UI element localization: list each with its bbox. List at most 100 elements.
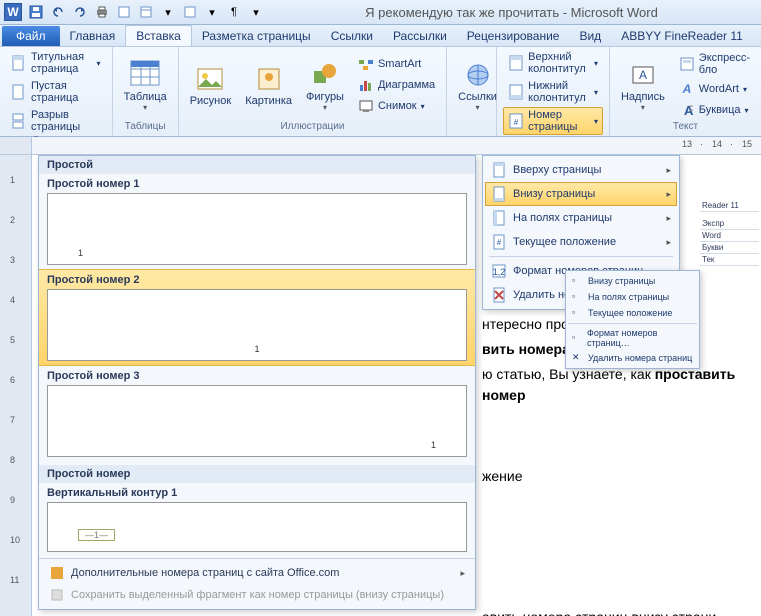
window-title: Я рекомендую так же прочитать - Microsof…: [266, 5, 757, 20]
gallery-heading: Простой номер: [39, 465, 475, 483]
dropcap-button[interactable]: AБуквица ▾: [674, 100, 755, 120]
quick-access-toolbar: ▾ ▾ ¶ ▾: [26, 3, 266, 21]
svg-text:A: A: [639, 68, 647, 82]
svg-text:A: A: [681, 82, 691, 96]
screenshot-icon: [358, 98, 374, 114]
menu-page-margins[interactable]: На полях страницы▸: [485, 206, 677, 230]
word-app-icon: W: [4, 3, 22, 21]
tab-mailings[interactable]: Рассылки: [383, 26, 457, 46]
wordart-button[interactable]: AWordArt ▾: [674, 79, 755, 99]
side-cut-panel: Reader 11 Экспр Word Букви Тек: [700, 200, 759, 266]
qat-customize-icon[interactable]: ▾: [246, 3, 266, 21]
qat-dropdown-icon[interactable]: ▾: [158, 3, 178, 21]
shapes-button[interactable]: Фигуры▾: [301, 56, 349, 115]
page-top-icon: [491, 162, 507, 178]
chart-button[interactable]: Диаграмма: [353, 75, 440, 95]
picture-icon: [194, 63, 226, 95]
title-page-button[interactable]: Титульная страница ▾: [6, 49, 106, 77]
tab-abbyy[interactable]: ABBYY FineReader 11: [611, 26, 753, 46]
table-button[interactable]: Таблица ▾: [119, 56, 172, 115]
page-margin-icon: [491, 210, 507, 226]
submenu-item[interactable]: ✕Удалить номера страниц: [568, 350, 697, 366]
undo-icon[interactable]: [48, 3, 68, 21]
page-break-button[interactable]: Разрыв страницы: [6, 107, 106, 135]
clipart-button[interactable]: Картинка: [240, 60, 297, 110]
submenu-item[interactable]: ▫Внизу страницы: [568, 273, 697, 289]
remove-icon: [491, 287, 507, 303]
menu-current-position[interactable]: #Текущее положение▸: [485, 230, 677, 254]
textbox-button[interactable]: AНадпись▾: [616, 56, 670, 115]
footer-button[interactable]: Нижний колонтитул ▾: [503, 78, 603, 106]
chart-icon: [358, 77, 374, 93]
remove-icon: ✕: [572, 352, 584, 364]
qat-icon[interactable]: [136, 3, 156, 21]
group-label: Таблицы: [119, 121, 172, 134]
tab-references[interactable]: Ссылки: [321, 26, 383, 46]
tab-review[interactable]: Рецензирование: [457, 26, 570, 46]
submenu-item[interactable]: ▫На полях страницы: [568, 289, 697, 305]
tab-home[interactable]: Главная: [60, 26, 126, 46]
header-button[interactable]: Верхний колонтитул ▾: [503, 49, 603, 77]
clipart-icon: [253, 63, 285, 95]
group-illustrations: Рисунок Картинка Фигуры▾ SmartArt Диагра…: [179, 47, 447, 136]
links-button[interactable]: Ссылки▾: [453, 56, 502, 115]
submenu-item[interactable]: ▫Формат номеров страниц…: [568, 326, 697, 350]
ribbon-tabs: Файл Главная Вставка Разметка страницы С…: [0, 25, 761, 47]
svg-text:1,2: 1,2: [493, 267, 506, 277]
shapes-icon: [309, 59, 341, 91]
group-label: Текст: [616, 121, 755, 134]
vertical-ruler: 123 456 789 1011: [0, 155, 32, 616]
page-number-gallery: Простой Простой номер 1 1 Простой номер …: [38, 155, 476, 610]
page-bottom-icon: [491, 186, 507, 202]
qat-dropdown-icon[interactable]: ▾: [202, 3, 222, 21]
qat-icon[interactable]: [180, 3, 200, 21]
screenshot-button[interactable]: Снимок ▾: [353, 96, 440, 116]
tab-insert[interactable]: Вставка: [125, 25, 192, 46]
dropcap-icon: A: [679, 102, 695, 118]
tab-view[interactable]: Вид: [569, 26, 611, 46]
current-pos-icon: ▫: [572, 307, 584, 319]
document-area: 123 456 789 1011 ую так же прочи нтересн…: [0, 155, 761, 616]
wordart-icon: A: [679, 81, 695, 97]
gallery-item[interactable]: Простой номер 3 1: [39, 366, 475, 461]
gallery-item[interactable]: Простой номер 1 1: [39, 174, 475, 269]
picture-button[interactable]: Рисунок: [185, 60, 237, 110]
page-icon: [11, 55, 27, 71]
smartart-button[interactable]: SmartArt: [353, 54, 440, 74]
current-pos-icon: #: [491, 234, 507, 250]
blank-page-button[interactable]: Пустая страница: [6, 78, 106, 106]
qat-icon[interactable]: [114, 3, 134, 21]
textbox-icon: A: [627, 59, 659, 91]
gallery-item[interactable]: Вертикальный контур 1 —1—: [39, 483, 475, 556]
more-from-office-button[interactable]: Дополнительные номера страниц с сайта Of…: [45, 563, 469, 583]
gallery-heading: Простой: [39, 156, 475, 174]
group-text: AНадпись▾ Экспресс-бло AWordArt ▾ AБукви…: [610, 47, 761, 136]
menu-bottom-of-page[interactable]: Внизу страницы▸: [485, 182, 677, 206]
menu-top-of-page[interactable]: Вверху страницы▸: [485, 158, 677, 182]
save-selection-icon: [49, 587, 65, 603]
gallery-item[interactable]: Простой номер 2 1: [39, 269, 475, 366]
title-bar: W ▾ ▾ ¶ ▾ Я рекомендую так же прочитать …: [0, 0, 761, 25]
link-icon: [462, 59, 494, 91]
page-number-icon: #: [508, 113, 524, 129]
format-icon: ▫: [572, 332, 583, 344]
file-tab[interactable]: Файл: [2, 26, 60, 46]
qat-paragraph-icon[interactable]: ¶: [224, 3, 244, 21]
page-number-button[interactable]: #Номер страницы ▾: [503, 107, 603, 135]
tab-layout[interactable]: Разметка страницы: [192, 26, 321, 46]
redo-icon[interactable]: [70, 3, 90, 21]
quickparts-icon: [679, 56, 695, 72]
group-pages: Титульная страница ▾ Пустая страница Раз…: [0, 47, 113, 136]
page-number-submenu: ▫Внизу страницы ▫На полях страницы ▫Теку…: [565, 270, 700, 369]
svg-text:#: #: [497, 238, 502, 247]
group-header-footer: Верхний колонтитул ▾ Нижний колонтитул ▾…: [497, 47, 610, 136]
save-icon[interactable]: [26, 3, 46, 21]
table-icon: [129, 59, 161, 91]
submenu-item[interactable]: ▫Текущее положение: [568, 305, 697, 321]
print-icon[interactable]: [92, 3, 112, 21]
smartart-icon: [358, 56, 374, 72]
blank-page-icon: [11, 84, 27, 100]
header-icon: [508, 55, 524, 71]
quickparts-button[interactable]: Экспресс-бло: [674, 50, 755, 78]
footer-icon: [508, 84, 524, 100]
